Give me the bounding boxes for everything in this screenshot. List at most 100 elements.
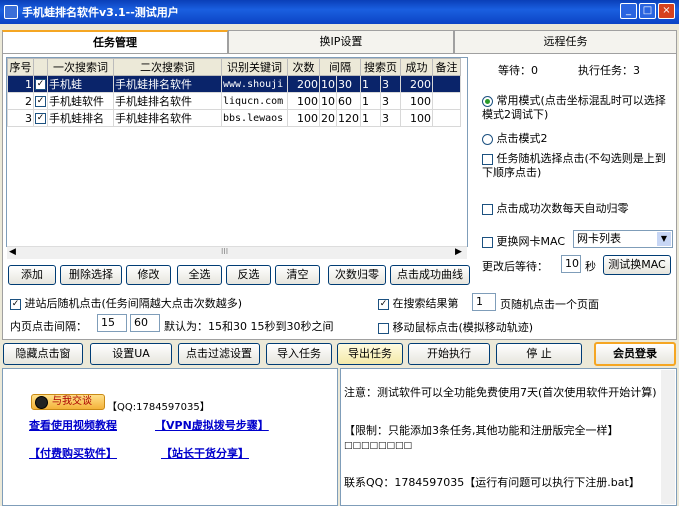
cell-interval: 20	[319, 109, 337, 127]
edit-button[interactable]: 修改	[126, 265, 171, 285]
invert-select-button[interactable]: 反选	[226, 265, 271, 285]
add-button[interactable]: 添加	[8, 265, 56, 285]
cell-page-b: 3	[380, 75, 401, 93]
links-panel: 与我交谈 【QQ:1784597035】 查看使用视频教程 【VPN虚拟拨号步骤…	[2, 368, 338, 506]
success-curve-button[interactable]: 点击成功曲线	[390, 265, 470, 285]
checkbox-random-select[interactable]	[482, 153, 493, 165]
inner-from-input[interactable]: 15	[97, 314, 127, 332]
delete-selected-button[interactable]: 删除选择	[60, 265, 122, 285]
tab-ip-settings[interactable]: 换IP设置	[228, 30, 454, 54]
buy-software-link[interactable]: 【付费购买软件】	[29, 445, 117, 461]
option-random-select[interactable]: 任务随机选择点击(不勾选则是上到下顺序点击)	[482, 152, 672, 180]
option-mode-2[interactable]: 点击模式2	[482, 130, 548, 146]
cell-page: 1	[360, 109, 381, 127]
cell-interval-b: 120	[336, 109, 361, 127]
import-tasks-button[interactable]: 导入任务	[266, 343, 332, 365]
webmaster-share-link[interactable]: 【站长干货分享】	[161, 445, 249, 461]
option-random-select-label: 任务随机选择点击(不勾选则是上到下顺序点击)	[482, 152, 666, 179]
test-mac-button[interactable]: 测试换MAC	[603, 255, 671, 275]
col-header-check[interactable]	[33, 58, 48, 76]
checkbox-auto-reset[interactable]	[482, 203, 493, 215]
checkbox-change-mac[interactable]	[482, 236, 493, 248]
cell-kw1: 手机蛙	[47, 75, 114, 93]
wait-after-input[interactable]: 10	[561, 255, 581, 273]
option-change-mac[interactable]: 更换网卡MAC	[482, 233, 565, 249]
cell-note	[432, 92, 461, 110]
checkbox-random-in-results[interactable]: ✓	[378, 298, 389, 310]
option-auto-reset[interactable]: 点击成功次数每天自动归零	[482, 200, 629, 216]
minimize-button[interactable]: _	[620, 3, 637, 19]
scroll-right-icon[interactable]: ▶	[455, 247, 462, 257]
col-header-page[interactable]: 搜索页	[360, 58, 401, 76]
option-random-click-in[interactable]: ✓ 进站后随机点击(任务间隔越大点击次数越多)	[10, 295, 242, 311]
cell-note	[432, 109, 461, 127]
notice-panel: 注意：测试软件可以全功能免费使用7天(首次使用软件开始计算) 【限制：只能添加3…	[340, 368, 677, 506]
radio-mode-2[interactable]	[482, 133, 493, 145]
scroll-grip-icon[interactable]: III	[221, 247, 228, 256]
grid-hscrollbar[interactable]: ◀ III ▶	[7, 246, 467, 259]
nic-list-select[interactable]: 网卡列表 ▼	[573, 230, 673, 248]
cell-kw1: 手机蛙软件	[47, 92, 114, 110]
waiting-count: 等待：0	[498, 64, 538, 77]
option-mode-2-label: 点击模式2	[496, 132, 548, 145]
radio-mode-common[interactable]	[482, 95, 493, 107]
cell-no: 1	[7, 75, 34, 93]
notice-trial: 注意：测试软件可以全功能免费使用7天(首次使用软件开始计算)	[344, 386, 657, 399]
start-button[interactable]: 开始执行	[408, 343, 490, 365]
cell-interval-b: 30	[336, 75, 361, 93]
col-header-kw1[interactable]: 一次搜索词	[47, 58, 114, 76]
cell-page: 1	[360, 75, 381, 93]
reset-count-button[interactable]: 次数归零	[328, 265, 386, 285]
option-random-in-results[interactable]: ✓ 在搜索结果第	[378, 295, 459, 311]
tab-task-manage[interactable]: 任务管理	[2, 30, 228, 54]
hide-click-window-button[interactable]: 隐藏点击窗	[3, 343, 83, 365]
tab-remote-task[interactable]: 远程任务	[454, 30, 677, 54]
vpn-steps-link[interactable]: 【VPN虚拟拨号步骤】	[155, 417, 269, 433]
option-mode-common[interactable]: 常用模式(点击坐标混乱时可以选择模式2调试下)	[482, 94, 672, 122]
clear-button[interactable]: 清空	[275, 265, 320, 285]
member-login-button[interactable]: 会员登录	[594, 342, 676, 366]
set-ua-button[interactable]: 设置UA	[90, 343, 172, 365]
video-tutorial-link[interactable]: 查看使用视频教程	[29, 417, 117, 433]
row-checkbox[interactable]: ✓	[33, 75, 48, 93]
results-page-input[interactable]: 1	[472, 293, 496, 311]
table-row[interactable]: 2 ✓ 手机蛙软件 手机蛙排名软件 liqucn.com 100 10 60 1…	[7, 92, 461, 110]
row-checkbox[interactable]: ✓	[33, 92, 48, 110]
table-row[interactable]: 1 ✓ 手机蛙 手机蛙排名软件 www.shouji 200 10 30 1 3…	[7, 75, 461, 93]
inner-to-input[interactable]: 60	[130, 314, 160, 332]
chevron-down-icon[interactable]: ▼	[657, 232, 671, 246]
scroll-left-icon[interactable]: ◀	[9, 247, 16, 257]
checkbox-random-click-in[interactable]: ✓	[10, 298, 21, 310]
col-header-kw2[interactable]: 二次搜索词	[113, 58, 222, 76]
inner-interval-label: 内页点击间隔：	[10, 320, 87, 333]
notice-limit: 【限制：只能添加3条任务,其他功能和注册版完全一样】	[344, 424, 619, 437]
wait-after-label: 更改后等待：	[482, 260, 548, 273]
maximize-button[interactable]: □	[639, 3, 656, 19]
col-header-times[interactable]: 次数	[287, 58, 320, 76]
stop-button[interactable]: 停 止	[496, 343, 582, 365]
col-header-success[interactable]: 成功	[400, 58, 433, 76]
inner-default-note: 默认为：15和30 15秒到30秒之间	[164, 320, 334, 333]
export-tasks-button[interactable]: 导出任务	[337, 343, 403, 365]
checkbox-move-mouse[interactable]	[378, 322, 389, 334]
option-move-mouse[interactable]: 移动鼠标点击(模拟移动轨迹)	[378, 319, 533, 335]
col-header-note[interactable]: 备注	[432, 58, 461, 76]
click-filter-button[interactable]: 点击过滤设置	[178, 343, 260, 365]
cell-key: liqucn.com	[221, 92, 288, 110]
col-header-key[interactable]: 识别关键词	[221, 58, 288, 76]
option-change-mac-label: 更换网卡MAC	[496, 235, 566, 248]
notice-scrollbar[interactable]	[661, 370, 675, 504]
col-header-no[interactable]: 序号	[7, 58, 34, 76]
qq-chat-badge[interactable]: 与我交谈	[31, 394, 105, 410]
select-all-button[interactable]: 全选	[177, 265, 222, 285]
cell-success: 100	[400, 109, 433, 127]
random-in-results-post: 页随机点击一个页面	[500, 298, 599, 311]
col-header-interval[interactable]: 间隔	[319, 58, 361, 76]
cell-no: 2	[7, 92, 34, 110]
table-row[interactable]: 3 ✓ 手机蛙排名 手机蛙排名软件 bbs.lewaos 100 20 120 …	[7, 109, 461, 127]
cell-note	[432, 75, 461, 93]
task-grid[interactable]: 序号 一次搜索词 二次搜索词 识别关键词 次数 间隔 搜索页 成功 备注 1 ✓…	[6, 57, 468, 247]
cell-kw1: 手机蛙排名	[47, 109, 114, 127]
row-checkbox[interactable]: ✓	[33, 109, 48, 127]
close-button[interactable]: ×	[658, 3, 675, 19]
